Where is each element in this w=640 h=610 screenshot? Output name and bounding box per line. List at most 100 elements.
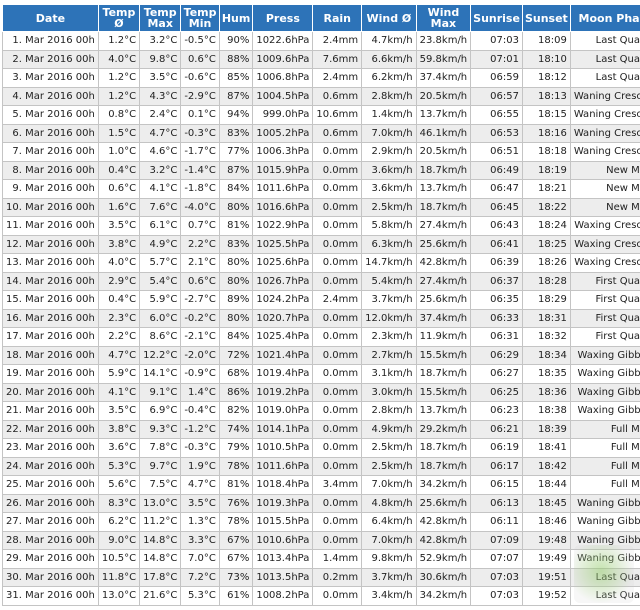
cell-temp-max: 11.2°C	[139, 512, 182, 532]
cell-rain: 0.0mm	[312, 197, 363, 217]
cell-sunset: 18:28	[521, 271, 571, 291]
cell-temp-min: 3.5°C	[180, 493, 220, 513]
cell-wind-avg: 7.0km/h	[361, 475, 417, 495]
cell-sunset: 18:32	[521, 327, 571, 347]
table-row: 18. Mar 2016 00h 4.7°C 12.2°C -2.0°C 72% 1021…	[2, 345, 640, 365]
cell-pressure: 1009.6hPa	[252, 49, 314, 69]
cell-temp-max: 9.7°C	[139, 456, 182, 476]
cell-pressure: 1021.4hPa	[252, 345, 314, 365]
cell-date: 25. Mar 2016 00h	[2, 475, 99, 495]
cell-sunrise: 06:45	[470, 197, 523, 217]
table-row: 22. Mar 2016 00h 3.8°C 9.3°C -1.2°C 74% 1014.…	[2, 419, 640, 439]
cell-sunrise: 06:49	[470, 160, 523, 180]
cell-sunset: 18:46	[521, 512, 571, 532]
cell-pressure: 1005.2hPa	[252, 123, 314, 143]
cell-wind-max: 18.7km/h	[415, 197, 472, 217]
cell-temp-max: 9.8°C	[139, 49, 182, 69]
cell-rain: 0.0mm	[312, 234, 363, 254]
cell-sunrise: 07:03	[470, 586, 523, 606]
cell-moon-phase: New Moon	[569, 160, 640, 180]
cell-sunrise: 06:15	[470, 475, 523, 495]
cell-wind-max: 46.1km/h	[415, 123, 472, 143]
cell-temp-min: 3.3°C	[180, 530, 220, 550]
cell-date: 7. Mar 2016 00h	[2, 142, 99, 162]
cell-wind-avg: 3.6km/h	[361, 179, 417, 199]
cell-temp-min: -0.3°C	[180, 123, 220, 143]
cell-wind-avg: 3.0km/h	[361, 382, 417, 402]
cell-date: 4. Mar 2016 00h	[2, 86, 99, 106]
cell-temp-avg: 11.8°C	[97, 567, 141, 587]
cell-moon-phase: Waxing Gibbous	[569, 364, 640, 384]
cell-temp-max: 4.6°C	[139, 142, 182, 162]
cell-sunrise: 06:33	[470, 308, 523, 328]
cell-temp-avg: 4.7°C	[97, 345, 141, 365]
cell-wind-max: 37.4km/h	[415, 308, 472, 328]
table-body: 1. Mar 2016 00h 1.2°C 3.2°C -0.5°C 90% 1022.6…	[2, 31, 640, 606]
cell-sunrise: 07:03	[470, 567, 523, 587]
cell-sunrise: 06:37	[470, 271, 523, 291]
table-row: 15. Mar 2016 00h 0.4°C 5.9°C -2.7°C 89% 1024.…	[2, 290, 640, 310]
cell-temp-max: 3.2°C	[139, 160, 182, 180]
cell-temp-avg: 2.3°C	[97, 308, 141, 328]
cell-wind-max: 42.8km/h	[415, 530, 472, 550]
cell-pressure: 1013.5hPa	[252, 567, 314, 587]
cell-temp-min: -0.3°C	[180, 438, 220, 458]
cell-temp-max: 3.2°C	[139, 31, 182, 51]
cell-humidity: 87%	[218, 160, 254, 180]
cell-temp-min: 7.2°C	[180, 567, 220, 587]
cell-sunset: 18:44	[521, 475, 571, 495]
cell-humidity: 61%	[218, 586, 254, 606]
cell-wind-avg: 3.1km/h	[361, 364, 417, 384]
cell-wind-max: 42.8km/h	[415, 253, 472, 273]
table-row: 21. Mar 2016 00h 3.5°C 6.9°C -0.4°C 82% 1019.…	[2, 401, 640, 421]
cell-wind-avg: 7.0km/h	[361, 530, 417, 550]
cell-humidity: 85%	[218, 68, 254, 88]
column-header-humidity: Hum	[218, 4, 254, 32]
cell-rain: 2.4mm	[312, 290, 363, 310]
cell-pressure: 1011.6hPa	[252, 179, 314, 199]
cell-wind-avg: 3.7km/h	[361, 290, 417, 310]
column-header-temp-max: Temp Max	[139, 4, 182, 32]
cell-wind-avg: 6.4km/h	[361, 512, 417, 532]
cell-moon-phase: New Moon	[569, 179, 640, 199]
watermark-logo	[574, 545, 634, 603]
cell-sunrise: 06:11	[470, 512, 523, 532]
cell-moon-phase: Waxing Gibbous	[569, 401, 640, 421]
cell-humidity: 72%	[218, 345, 254, 365]
cell-rain: 0.0mm	[312, 401, 363, 421]
cell-temp-min: 4.7°C	[180, 475, 220, 495]
table-row: 13. Mar 2016 00h 4.0°C 5.7°C 2.1°C 80% 1025.6…	[2, 253, 640, 273]
cell-sunset: 18:22	[521, 197, 571, 217]
cell-humidity: 83%	[218, 123, 254, 143]
cell-rain: 0.0mm	[312, 586, 363, 606]
cell-date: 5. Mar 2016 00h	[2, 105, 99, 125]
cell-wind-avg: 4.7km/h	[361, 31, 417, 51]
cell-sunrise: 06:47	[470, 179, 523, 199]
cell-rain: 0.0mm	[312, 419, 363, 439]
cell-temp-max: 8.6°C	[139, 327, 182, 347]
cell-wind-max: 13.7km/h	[415, 105, 472, 125]
cell-moon-phase: Waning Crescent	[569, 123, 640, 143]
cell-wind-avg: 3.7km/h	[361, 567, 417, 587]
cell-temp-max: 7.6°C	[139, 197, 182, 217]
cell-wind-avg: 2.8km/h	[361, 86, 417, 106]
cell-date: 26. Mar 2016 00h	[2, 493, 99, 513]
table-row: 8. Mar 2016 00h 0.4°C 3.2°C -1.4°C 87% 1015.9…	[2, 160, 640, 180]
table-row: 23. Mar 2016 00h 3.6°C 7.8°C -0.3°C 79% 1010.…	[2, 438, 640, 458]
cell-pressure: 1025.4hPa	[252, 327, 314, 347]
header-row: Date Temp Ø Temp Max Temp Min Hum Press Rain Wi…	[2, 4, 640, 32]
cell-temp-max: 5.7°C	[139, 253, 182, 273]
cell-rain: 0.0mm	[312, 512, 363, 532]
cell-wind-avg: 2.5km/h	[361, 456, 417, 476]
cell-date: 21. Mar 2016 00h	[2, 401, 99, 421]
cell-wind-avg: 6.2km/h	[361, 68, 417, 88]
cell-moon-phase: Waxing Crescent	[569, 234, 640, 254]
cell-temp-avg: 3.8°C	[97, 234, 141, 254]
cell-pressure: 999.0hPa	[252, 105, 314, 125]
cell-humidity: 79%	[218, 438, 254, 458]
cell-moon-phase: Waning Gibbous	[569, 493, 640, 513]
cell-temp-min: -4.0°C	[180, 197, 220, 217]
table-row: 4. Mar 2016 00h 1.2°C 4.3°C -2.9°C 87% 1004.5…	[2, 86, 640, 106]
cell-humidity: 94%	[218, 105, 254, 125]
cell-humidity: 78%	[218, 456, 254, 476]
